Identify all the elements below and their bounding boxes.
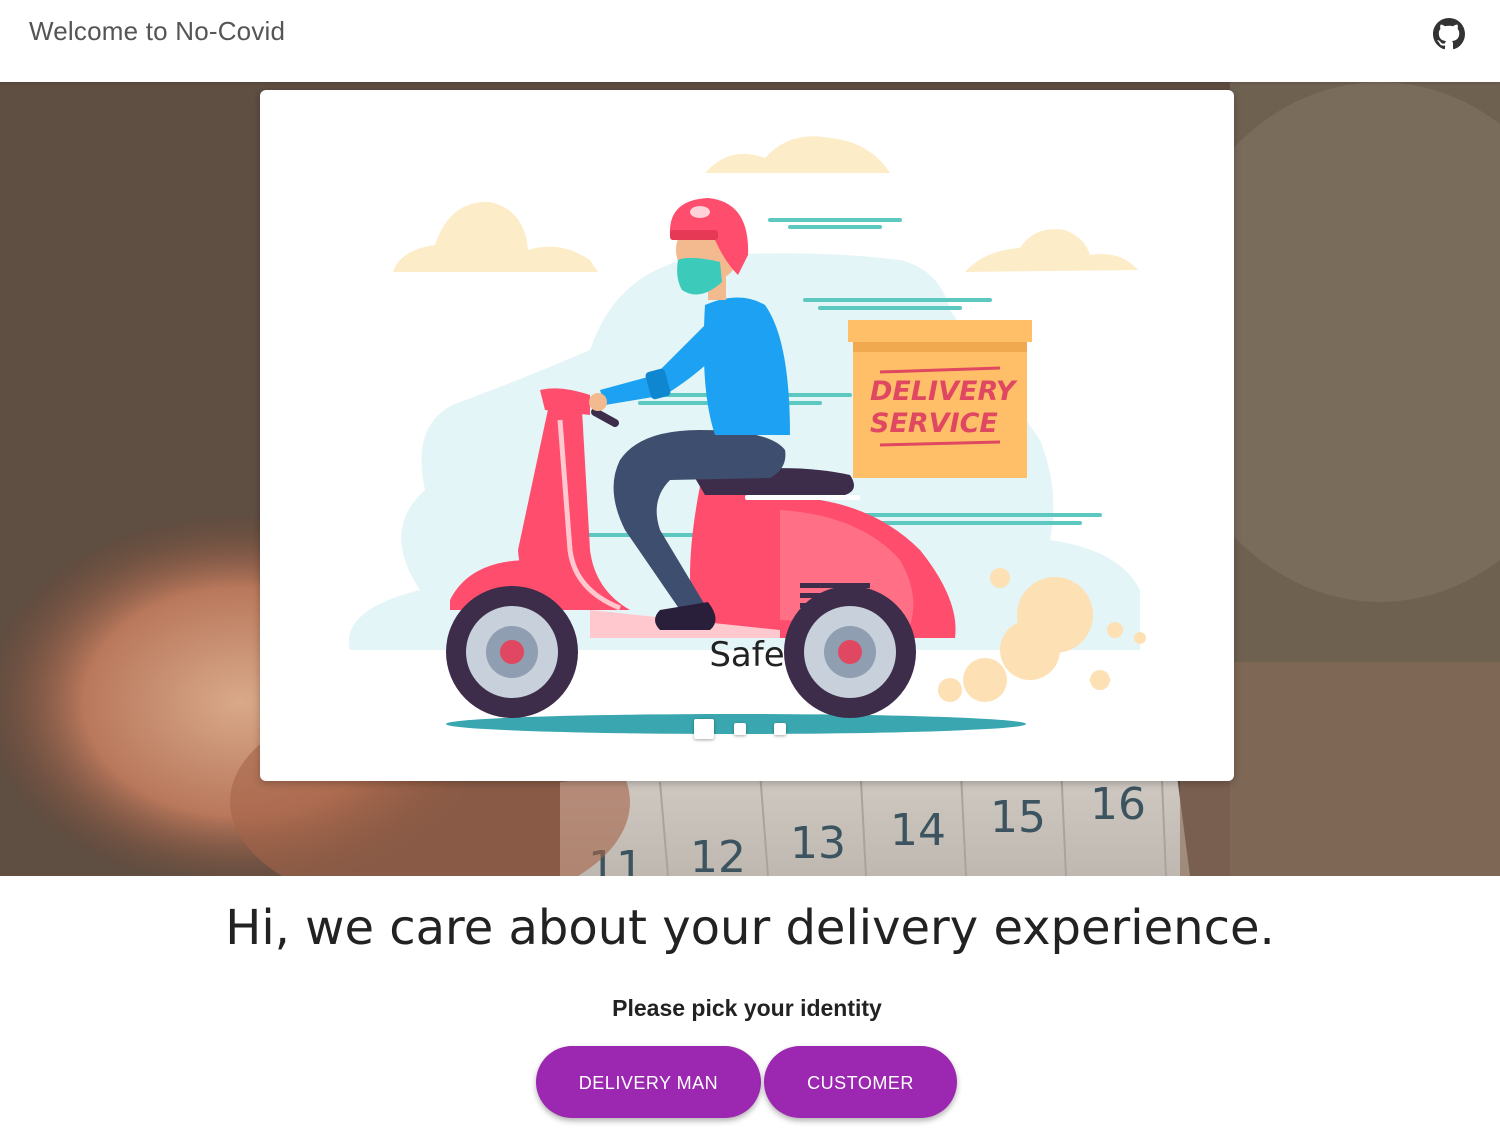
carousel-dot-2[interactable] [734,723,746,735]
customer-button[interactable]: CUSTOMER [764,1046,957,1118]
github-icon[interactable] [1433,18,1465,50]
carousel-indicators [260,719,1234,745]
app-title: Welcome to No-Covid [29,16,286,46]
box-label-service: SERVICE [870,408,998,439]
carousel-card[interactable]: DELIVERY SERVICE Safe [260,90,1234,781]
identity-prompt: Please pick your identity [612,995,882,1021]
calendar-number: 13 [790,818,846,869]
calendar-number: 12 [690,832,746,876]
carousel-dot-1[interactable] [694,719,714,739]
delivery-man-button[interactable]: DELIVERY MAN [536,1046,761,1118]
hero-banner: 11 12 13 14 15 16 DELIVERY SERVICE Safe [0,82,1500,876]
carousel-caption: Safe [709,635,785,675]
carousel-dot-3[interactable] [774,723,786,735]
delivery-scooter-illustration: DELIVERY SERVICE [348,136,1146,734]
top-app-bar: Welcome to No-Covid [0,0,1500,82]
box-label-delivery: DELIVERY [870,376,1018,407]
calendar-number: 14 [890,805,946,856]
calendar-number: 16 [1090,779,1146,830]
calendar-number: 15 [990,792,1046,843]
welcome-headline: Hi, we care about your delivery experien… [225,900,1275,956]
